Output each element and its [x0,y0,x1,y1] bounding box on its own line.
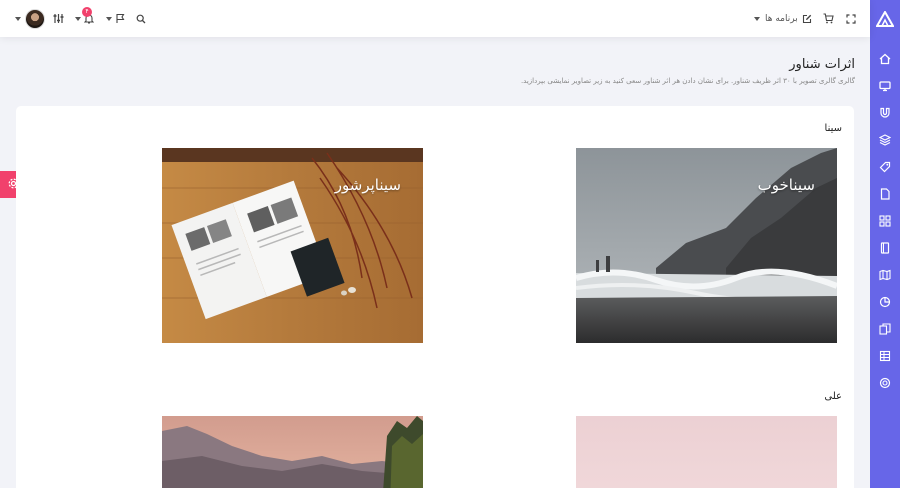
table-icon [879,350,891,362]
tag-icon [879,161,891,173]
gallery-image-seaside[interactable]: سیناخوب [576,148,837,343]
sidebar-item-grid[interactable] [870,207,900,234]
fullscreen-icon [846,9,856,28]
sidebar-item-layers[interactable] [870,126,900,153]
grid-icon [879,214,891,227]
sidebar-item-map[interactable] [870,261,900,288]
sidebar-item-monitor[interactable] [870,72,900,99]
sidebar [870,0,900,488]
page-subtitle: گالری گالری تصویر با ۳۰ اثر ظریف شناور. … [520,77,855,85]
file-icon [879,187,891,200]
apps-menu[interactable]: برنامه ها [754,0,812,37]
chevron-down-icon [75,16,81,21]
chevron-down-icon [754,16,760,21]
sidebar-item-home[interactable] [870,45,900,72]
search-button[interactable] [136,0,146,37]
settings-sliders-button[interactable] [53,0,64,37]
flag-icon [115,9,125,28]
copy-icon [879,322,891,335]
notification-badge: ۴ [82,7,92,17]
apps-menu-label: برنامه ها [765,13,798,24]
sidebar-item-support[interactable] [870,369,900,396]
lifebuoy-icon [879,377,891,389]
home-icon [879,53,891,65]
sidebar-item-chart[interactable] [870,288,900,315]
language-menu[interactable] [106,0,125,37]
gallery-image-title: سیناپرشور [334,176,401,194]
page-title: اثرات شناور [789,57,855,72]
chevron-down-icon [15,16,21,21]
sidebar-item-table[interactable] [870,342,900,369]
gallery-image-book[interactable]: سیناپرشور [162,148,423,343]
cart-icon [823,9,834,28]
edit-icon [802,9,812,28]
notifications-button[interactable] [75,0,95,37]
gallery-image-title: سیناخوب [757,176,815,194]
sidebar-item-magnet[interactable] [870,99,900,126]
logo-icon[interactable] [870,0,900,38]
layers-icon [879,133,891,146]
top-header: ۴ برنامه ها [0,0,870,37]
gallery-image-mountains[interactable] [162,416,423,488]
pie-chart-icon [879,296,891,308]
sidebar-item-file[interactable] [870,180,900,207]
fullscreen-button[interactable] [846,0,856,37]
gallery-image-pink[interactable] [576,416,837,488]
map-icon [879,269,891,281]
cart-button[interactable] [823,0,834,37]
search-icon [136,9,146,28]
magnet-icon [879,107,891,119]
sidebar-item-tag[interactable] [870,153,900,180]
chevron-down-icon [106,16,112,21]
avatar[interactable] [25,8,45,29]
monitor-icon [879,80,891,92]
sidebar-item-copy[interactable] [870,315,900,342]
sliders-icon [53,9,64,28]
section-label: علی [824,391,842,402]
sidebar-item-book[interactable] [870,234,900,261]
section-label: سینا [824,123,842,134]
gallery-card: سینا سیناخوب سیناپرشور علی [16,106,854,488]
user-menu[interactable] [15,0,45,37]
book-icon [879,241,891,254]
